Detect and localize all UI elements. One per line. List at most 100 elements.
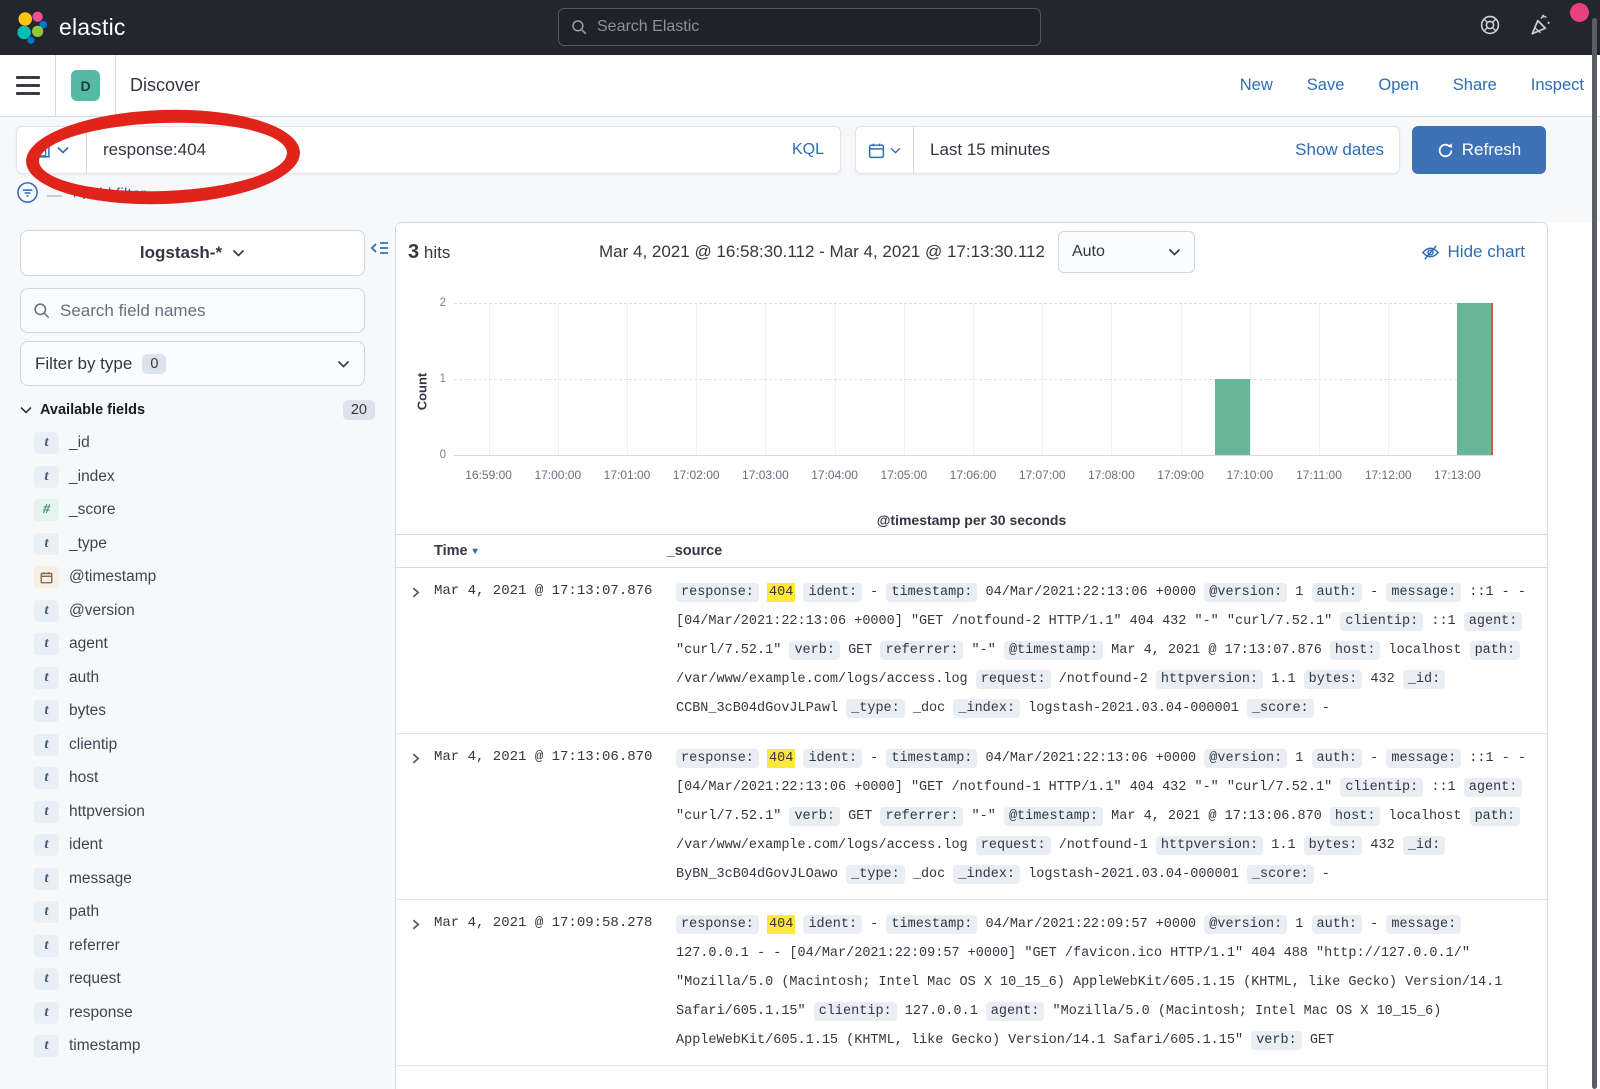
search-icon: [571, 19, 588, 36]
field-item-_type[interactable]: t_type: [20, 533, 375, 555]
time-range-display[interactable]: Last 15 minutes: [914, 140, 1050, 160]
source-field-value: 432: [1370, 672, 1394, 687]
field-name: _id: [69, 434, 90, 452]
source-field-value: /var/www/example.com/logs/access.log: [676, 838, 968, 853]
x-tick-label: 17:02:00: [673, 468, 720, 482]
discover-main-panel: 3 hits Mar 4, 2021 @ 16:58:30.112 - Mar …: [395, 222, 1548, 1089]
collapse-sidebar-icon[interactable]: [371, 240, 389, 261]
source-field-value: -: [870, 751, 878, 766]
help-icon[interactable]: [1478, 13, 1502, 42]
field-item-_score[interactable]: #_score: [20, 499, 375, 521]
field-type-badge: t: [34, 600, 59, 622]
field-item-@version[interactable]: t@version: [20, 600, 375, 622]
field-item-_index[interactable]: t_index: [20, 466, 375, 488]
field-item-agent[interactable]: tagent: [20, 633, 375, 655]
document-source: response: 404 ident: - timestamp: 04/Mar…: [676, 910, 1547, 1055]
field-item-response[interactable]: t response: [20, 1002, 375, 1024]
field-name: response: [69, 1004, 133, 1022]
field-item-request[interactable]: trequest: [20, 968, 375, 990]
highlighted-value: 404: [767, 915, 795, 934]
field-item-clientip[interactable]: tclientip: [20, 734, 375, 756]
available-fields-count-badge: 20: [343, 400, 375, 420]
field-name: bytes: [69, 702, 106, 720]
eye-slash-icon: [1421, 243, 1440, 262]
add-filter-button[interactable]: + Add filter: [70, 186, 146, 204]
search-icon: [33, 302, 51, 320]
time-column-header[interactable]: Time ▾: [434, 543, 478, 559]
field-type-badge: t: [34, 1002, 59, 1024]
newsfeed-icon[interactable]: [1528, 12, 1554, 43]
index-pattern-select[interactable]: logstash-*: [20, 230, 365, 276]
action-open[interactable]: Open: [1378, 76, 1418, 95]
source-field-name: response:: [676, 583, 759, 602]
y-tick-label: 2: [418, 297, 446, 309]
field-item-referrer[interactable]: treferrer: [20, 935, 375, 957]
saved-query-menu-button[interactable]: [17, 127, 87, 173]
hide-chart-button[interactable]: Hide chart: [1421, 242, 1525, 262]
field-item-ident[interactable]: tident: [20, 834, 375, 856]
source-field-value: ::1: [1431, 780, 1455, 795]
quick-select-menu-button[interactable]: [856, 127, 914, 173]
menu-button[interactable]: [0, 55, 56, 117]
histogram-bar[interactable]: [1215, 379, 1250, 455]
action-save[interactable]: Save: [1307, 76, 1345, 95]
source-field-name: auth:: [1312, 583, 1363, 602]
calendar-icon: [868, 142, 885, 159]
filter-by-type-select[interactable]: Filter by type 0: [20, 341, 365, 386]
document-source: response: 404 ident: - timestamp: 04/Mar…: [676, 578, 1547, 723]
field-name: ident: [69, 836, 103, 854]
field-item-host[interactable]: thost: [20, 767, 375, 789]
source-field-value: "-": [972, 643, 996, 658]
field-item-auth[interactable]: tauth: [20, 667, 375, 689]
vertical-scrollbar[interactable]: [1592, 18, 1597, 1089]
hits-count: 3 hits: [408, 241, 599, 264]
x-tick-label: 17:05:00: [880, 468, 927, 482]
filter-dash: —: [47, 187, 62, 204]
refresh-button[interactable]: Refresh: [1412, 126, 1546, 174]
expand-document-button[interactable]: [396, 578, 434, 723]
expand-document-button[interactable]: [396, 910, 434, 1055]
y-tick-label: 1: [418, 373, 446, 385]
histogram-bar[interactable]: [1457, 303, 1492, 455]
field-type-badge: t: [34, 834, 59, 856]
source-field-value: -: [870, 917, 878, 932]
filter-type-count-badge: 0: [142, 354, 166, 374]
source-field-value: 04/Mar/2021:22:09:57 +0000: [986, 917, 1197, 932]
interval-select[interactable]: Auto: [1058, 231, 1195, 273]
global-search-placeholder: Search Elastic: [597, 18, 699, 36]
field-search-input[interactable]: [60, 301, 352, 321]
field-item-path[interactable]: tpath: [20, 901, 375, 923]
field-item-timestamp[interactable]: ttimestamp: [20, 1035, 375, 1057]
field-item-httpversion[interactable]: thttpversion: [20, 801, 375, 823]
available-fields-toggle[interactable]: Available fields 20: [20, 400, 375, 420]
source-field-name: httpversion:: [1156, 836, 1263, 855]
expand-document-button[interactable]: [396, 744, 434, 889]
field-search[interactable]: [20, 288, 365, 333]
results-table-header: Time ▾ _source: [396, 534, 1547, 568]
field-item-_id[interactable]: t_id: [20, 432, 375, 454]
discover-app-badge[interactable]: D: [71, 70, 100, 101]
show-dates-button[interactable]: Show dates: [1295, 140, 1399, 160]
action-inspect[interactable]: Inspect: [1531, 76, 1584, 95]
action-new[interactable]: New: [1240, 76, 1273, 95]
elastic-logo[interactable]: elastic: [14, 10, 126, 46]
action-share[interactable]: Share: [1453, 76, 1497, 95]
field-item-bytes[interactable]: tbytes: [20, 700, 375, 722]
field-item-message[interactable]: tmessage: [20, 868, 375, 890]
document-time: Mar 4, 2021 @ 17:13:06.870: [434, 744, 676, 889]
query-input[interactable]: [87, 140, 776, 160]
source-field-name: bytes:: [1304, 670, 1363, 689]
source-field-name: host:: [1330, 641, 1381, 660]
filter-icon[interactable]: [16, 181, 39, 209]
chevron-down-icon: [20, 406, 32, 414]
query-language-button[interactable]: KQL: [776, 141, 840, 159]
source-field-name: bytes:: [1304, 836, 1363, 855]
field-type-badge: t: [34, 533, 59, 555]
x-tick-label: 17:09:00: [1157, 468, 1204, 482]
source-field-name: clientip:: [814, 1002, 897, 1021]
source-field-name: @version:: [1204, 915, 1287, 934]
global-search-input[interactable]: Search Elastic: [558, 8, 1041, 46]
source-field-name: @timestamp:: [1004, 807, 1103, 826]
field-item-@timestamp[interactable]: @timestamp: [20, 566, 375, 588]
chevron-down-icon: [890, 147, 901, 154]
